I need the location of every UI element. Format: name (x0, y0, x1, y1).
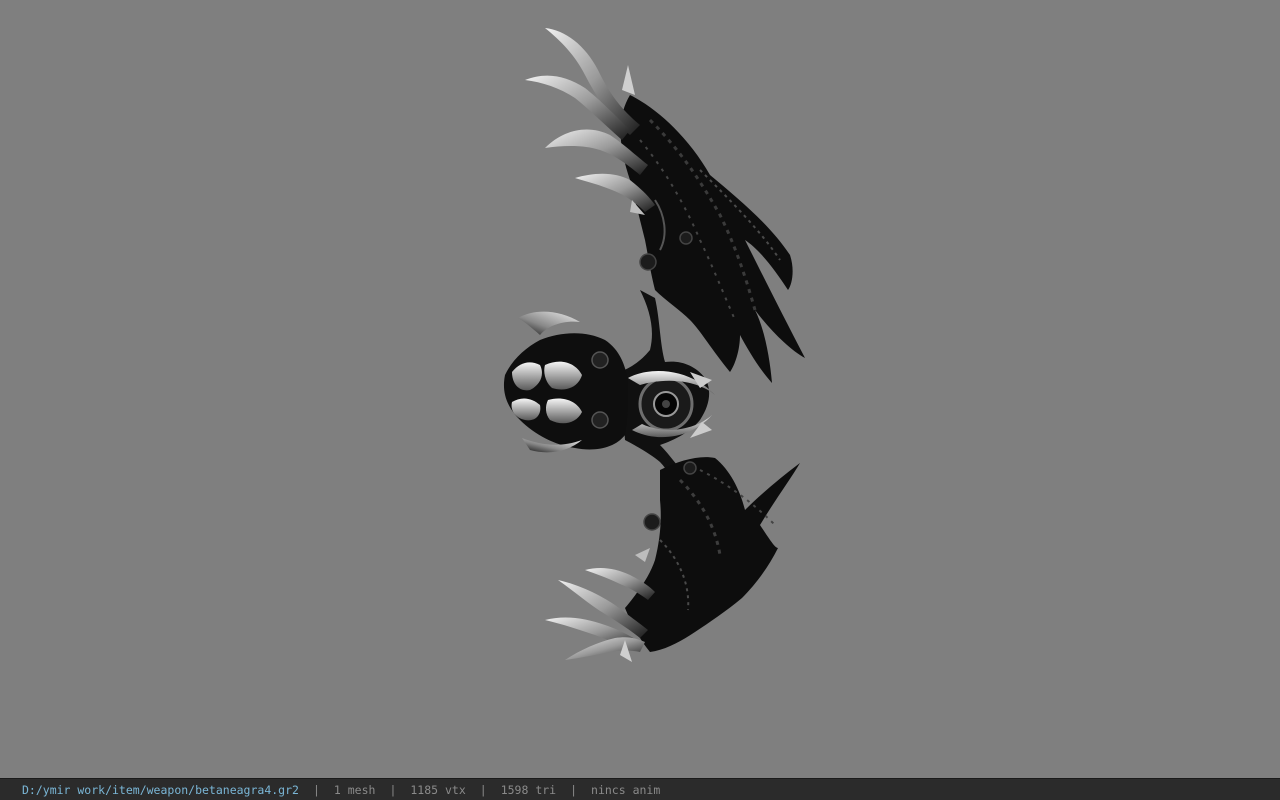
status-separator: | (479, 783, 487, 797)
3d-viewport[interactable] (0, 0, 1280, 778)
status-bar: D:/ymir work/item/weapon/betaneagra4.gr2… (0, 778, 1280, 800)
mesh-count: 1 mesh (333, 783, 376, 797)
lower-limb (625, 457, 800, 652)
weapon-model (503, 28, 805, 662)
front-guard (503, 311, 628, 453)
anim-status: nincs anim (591, 783, 661, 797)
status-separator: | (312, 783, 320, 797)
upper-limb (620, 95, 805, 383)
file-path: D:/ymir work/item/weapon/betaneagra4.gr2 (22, 783, 299, 797)
status-separator: | (570, 783, 578, 797)
status-separator: | (389, 783, 397, 797)
vertex-count: 1185 vtx (410, 783, 466, 797)
upper-claws (525, 28, 655, 215)
triangle-count: 1598 tri (500, 783, 557, 797)
